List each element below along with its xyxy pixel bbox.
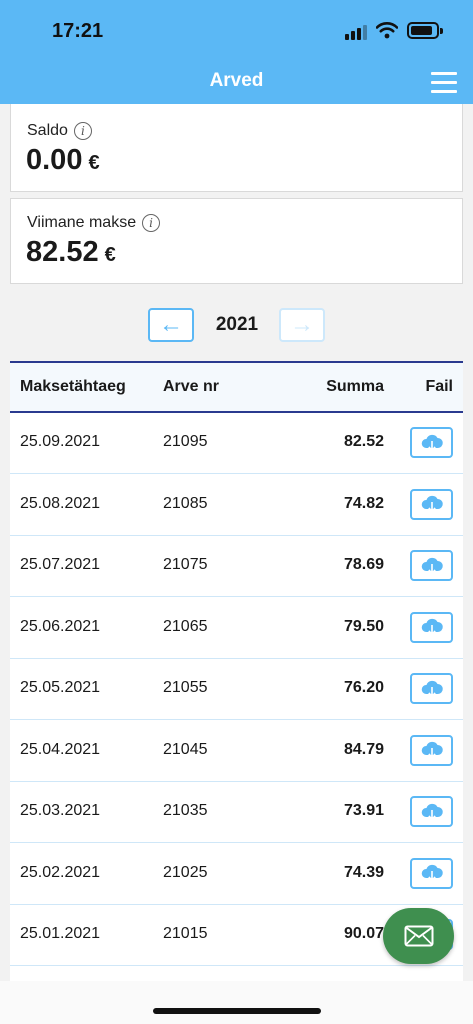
invoice-nr-cell: 21045 xyxy=(163,740,208,758)
sum-cell: 90.07 xyxy=(343,925,384,942)
column-header-due-date: Maksetähtaeg xyxy=(20,378,126,395)
due-date-cell: 25.05.2021 xyxy=(20,679,101,696)
saldo-card: Saldo i 0.00 € xyxy=(10,104,463,192)
battery-icon xyxy=(407,22,443,39)
table-row: 25.04.2021 21045 84.79 xyxy=(10,721,463,782)
last-payment-value-wrap: 82.52 € xyxy=(26,236,116,269)
due-date-cell: 25.08.2021 xyxy=(20,494,101,512)
column-header-invoice-nr: Arve nr xyxy=(163,378,220,395)
sum-cell: 74.39 xyxy=(343,863,384,881)
invoice-nr-cell: 21035 xyxy=(163,802,208,819)
download-file-button[interactable] xyxy=(410,427,453,458)
previous-year-button[interactable]: ← xyxy=(148,308,194,342)
download-file-button[interactable] xyxy=(410,673,453,704)
last-payment-currency: € xyxy=(104,244,116,266)
cellular-signal-icon xyxy=(345,24,369,40)
home-bar-area xyxy=(0,981,473,1024)
download-file-button[interactable] xyxy=(410,857,453,889)
table-row: 25.05.2021 21055 76.20 xyxy=(10,659,463,720)
sum-cell: 82.52 xyxy=(343,433,384,450)
info-icon[interactable]: i xyxy=(73,122,92,140)
due-date-cell: 25.04.2021 xyxy=(20,740,101,758)
invoice-nr-cell: 21025 xyxy=(163,863,208,881)
last-payment-card: Viimane makse i 82.52 € xyxy=(10,198,463,284)
cloud-download-icon xyxy=(420,556,444,576)
table-row: 25.07.2021 21075 78.69 xyxy=(10,536,463,597)
due-date-cell: 25.03.2021 xyxy=(20,802,101,819)
status-bar: 17:21 xyxy=(0,0,473,62)
cloud-download-icon xyxy=(420,802,444,822)
last-payment-label: Viimane makse xyxy=(27,214,137,231)
invoice-nr-cell: 21095 xyxy=(163,433,208,450)
sum-cell: 76.20 xyxy=(343,679,384,696)
invoice-nr-cell: 21055 xyxy=(163,679,208,696)
column-header-file: Fail xyxy=(425,378,453,395)
cloud-download-icon xyxy=(420,863,444,883)
table-row: 25.02.2021 21025 74.39 xyxy=(10,844,463,905)
page-title: Arved xyxy=(209,70,264,91)
sum-cell: 74.82 xyxy=(343,494,384,512)
due-date-cell: 25.01.2021 xyxy=(20,925,101,942)
invoice-nr-cell: 21015 xyxy=(163,925,208,942)
table-header: Maksetähtaeg Arve nr Summa Fail xyxy=(10,363,463,413)
table-row: 25.08.2021 21085 74.82 xyxy=(10,475,463,536)
year-navigation: ← 2021 → xyxy=(0,308,473,344)
download-file-button[interactable] xyxy=(410,488,453,520)
cloud-download-icon xyxy=(420,679,444,699)
sum-cell: 79.50 xyxy=(343,617,384,635)
download-file-button[interactable] xyxy=(410,611,453,643)
saldo-currency: € xyxy=(88,152,100,174)
wifi-icon xyxy=(376,22,398,39)
invoice-nr-cell: 21065 xyxy=(163,617,208,635)
table-row: 25.09.2021 21095 82.52 xyxy=(10,413,463,474)
due-date-cell: 25.02.2021 xyxy=(20,863,101,881)
last-payment-value: 82.52 xyxy=(26,236,99,268)
app-header: 17:21 Arved xyxy=(0,0,473,104)
home-indicator[interactable] xyxy=(153,1008,321,1014)
invoice-table: Maksetähtaeg Arve nr Summa Fail 25.09.20… xyxy=(10,361,463,981)
table-row: 25.03.2021 21035 73.91 xyxy=(10,782,463,843)
invoice-nr-cell: 21085 xyxy=(163,494,208,512)
table-row: 25.06.2021 21065 79.50 xyxy=(10,598,463,659)
due-date-cell: 25.06.2021 xyxy=(20,617,101,635)
cloud-download-icon xyxy=(420,494,444,514)
download-file-button[interactable] xyxy=(410,796,453,827)
column-header-sum: Summa xyxy=(326,378,384,395)
cloud-download-icon xyxy=(420,433,444,453)
status-time: 17:21 xyxy=(52,20,104,42)
info-icon[interactable]: i xyxy=(142,214,161,232)
due-date-cell: 25.09.2021 xyxy=(20,433,101,450)
invoice-nr-cell: 21075 xyxy=(163,556,208,573)
saldo-value-wrap: 0.00 € xyxy=(26,144,100,177)
cloud-download-icon xyxy=(420,740,444,760)
due-date-cell: 25.07.2021 xyxy=(20,556,101,573)
mail-button[interactable] xyxy=(383,908,454,964)
next-year-button[interactable]: → xyxy=(279,308,325,342)
hamburger-menu-icon[interactable] xyxy=(431,72,457,94)
sum-cell: 84.79 xyxy=(343,740,384,758)
year-label: 2021 xyxy=(215,314,259,335)
cloud-download-icon xyxy=(420,617,444,637)
sum-cell: 73.91 xyxy=(343,802,384,819)
saldo-value: 0.00 xyxy=(26,144,83,176)
sum-cell: 78.69 xyxy=(343,556,384,573)
mail-icon xyxy=(404,925,433,947)
saldo-label: Saldo xyxy=(27,122,68,139)
download-file-button[interactable] xyxy=(410,550,453,581)
download-file-button[interactable] xyxy=(410,734,453,766)
